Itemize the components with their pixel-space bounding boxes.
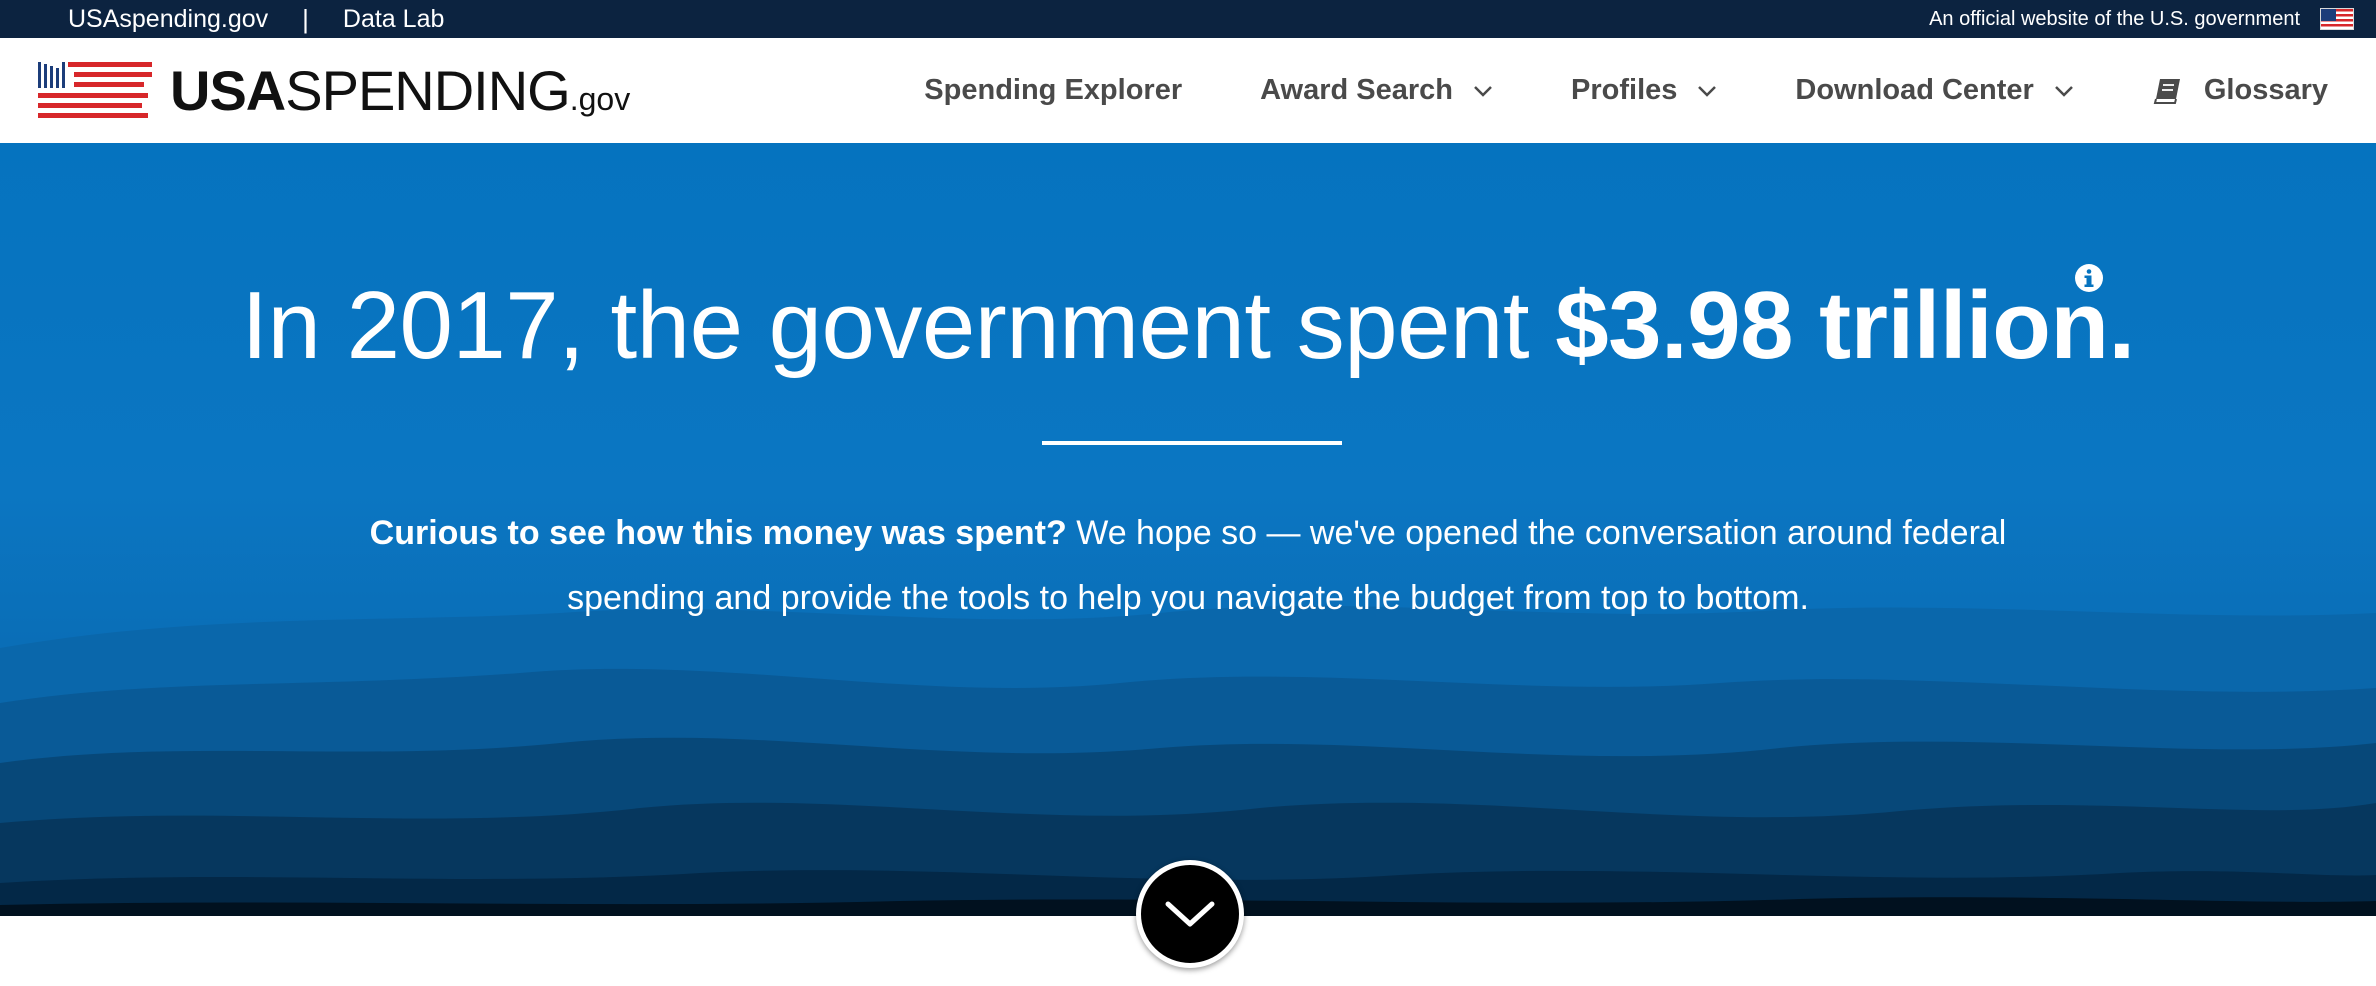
hero-divider — [1042, 441, 1342, 445]
usaspending-logo[interactable]: USASPENDING.gov — [36, 58, 630, 123]
nav-award-search-label: Award Search — [1260, 74, 1454, 106]
official-banner: USAspending.gov | Data Lab An official w… — [0, 0, 2376, 38]
hero-intro: Curious to see how this money was spent?… — [360, 501, 2016, 631]
hero-headline: In 2017, the government spent $3.98 tril… — [0, 271, 2376, 381]
nav-profiles[interactable]: Profiles — [1571, 74, 1717, 107]
scroll-down-button[interactable] — [1136, 860, 1244, 968]
site-header: USASPENDING.gov Spending Explorer Award … — [0, 38, 2376, 143]
chevron-down-icon — [1474, 85, 1492, 97]
nav-glossary-label: Glossary — [2203, 74, 2328, 106]
logo-flag-icon — [38, 61, 152, 118]
nav-download-center[interactable]: Download Center — [1795, 74, 2073, 107]
data-lab-link[interactable]: Data Lab — [343, 5, 444, 34]
nav-spending-explorer[interactable]: Spending Explorer — [924, 74, 1182, 107]
topbar-separator: | — [302, 3, 309, 34]
info-icon[interactable] — [2074, 263, 2104, 293]
logo-wordmark: USASPENDING.gov — [170, 58, 630, 123]
book-icon — [2153, 78, 2180, 104]
topbar-links: USAspending.gov | Data Lab — [68, 4, 444, 35]
hero-intro-bold: Curious to see how this money was spent? — [369, 514, 1067, 552]
chevron-down-icon — [1165, 901, 1215, 927]
nav-download-center-label: Download Center — [1795, 74, 2034, 106]
us-flag-icon — [2320, 8, 2354, 30]
chevron-down-icon — [1698, 85, 1717, 97]
logo-gov: .gov — [569, 81, 631, 117]
nav-award-search[interactable]: Award Search — [1260, 74, 1493, 107]
chevron-down-icon — [2054, 85, 2073, 97]
hero-section: In 2017, the government spent $3.98 tril… — [0, 143, 2376, 916]
official-site-text: An official website of the U.S. governme… — [1929, 7, 2300, 30]
official-site-notice: An official website of the U.S. governme… — [1929, 8, 2354, 31]
usaspending-home-link[interactable]: USAspending.gov — [68, 5, 268, 34]
logo-usa: USA — [170, 59, 286, 122]
logo-spending: SPENDING — [285, 59, 570, 122]
main-nav: Spending Explorer Award Search Profiles … — [846, 74, 2328, 107]
headline-amount: $3.98 trillion. — [1555, 272, 2135, 379]
nav-spending-explorer-label: Spending Explorer — [924, 74, 1183, 106]
nav-glossary[interactable]: Glossary — [2152, 74, 2328, 107]
nav-profiles-label: Profiles — [1571, 74, 1678, 106]
headline-text: In 2017, the government spent — [241, 272, 1556, 379]
